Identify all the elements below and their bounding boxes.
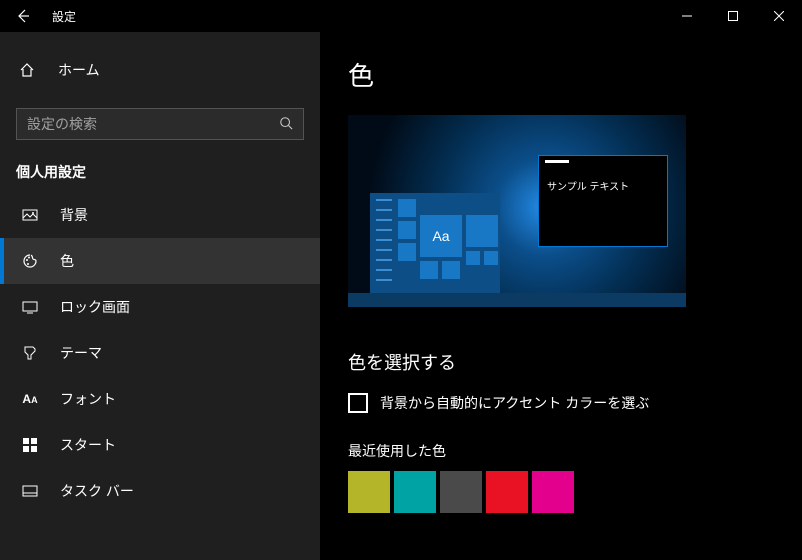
home-icon [18, 62, 36, 78]
window-title: 設定 [46, 8, 76, 25]
preview-start-menu: Aa [370, 193, 500, 293]
start-icon [20, 438, 40, 452]
sidebar-item-label: タスク バー [60, 481, 134, 501]
preview-taskbar [348, 293, 686, 307]
sidebar-item-label: テーマ [60, 343, 102, 363]
recent-colors-heading: 最近使用した色 [348, 441, 778, 461]
titlebar: 設定 [0, 0, 802, 32]
color-swatch[interactable] [348, 471, 390, 513]
theme-preview: Aa サンプル テキスト [348, 115, 686, 307]
sidebar-item-taskbar[interactable]: タスク バー [0, 468, 320, 514]
recent-color-swatches [348, 471, 778, 513]
color-swatch[interactable] [486, 471, 528, 513]
auto-accent-checkbox-row[interactable]: 背景から自動的にアクセント カラーを選ぶ [348, 393, 778, 413]
picture-icon [20, 207, 40, 223]
auto-accent-label: 背景から自動的にアクセント カラーを選ぶ [380, 393, 649, 413]
color-swatch[interactable] [394, 471, 436, 513]
preview-tile-aa: Aa [420, 215, 462, 257]
sidebar-item-themes[interactable]: テーマ [0, 330, 320, 376]
sidebar-home-label: ホーム [58, 60, 100, 80]
sidebar-item-lockscreen[interactable]: ロック画面 [0, 284, 320, 330]
preview-window: サンプル テキスト [538, 155, 668, 247]
sidebar-item-background[interactable]: 背景 [0, 192, 320, 238]
arrow-left-icon [15, 8, 31, 24]
choose-color-heading: 色を選択する [348, 349, 778, 375]
close-icon [774, 11, 784, 21]
palette-icon [20, 253, 40, 269]
color-swatch[interactable] [440, 471, 482, 513]
sidebar-item-label: ロック画面 [60, 297, 130, 317]
sidebar-item-label: 背景 [60, 205, 88, 225]
sidebar-item-label: 色 [60, 251, 74, 271]
sidebar-item-start[interactable]: スタート [0, 422, 320, 468]
sidebar-item-colors[interactable]: 色 [0, 238, 320, 284]
sidebar-section-header: 個人用設定 [0, 140, 320, 192]
auto-accent-checkbox[interactable] [348, 393, 368, 413]
themes-icon [20, 345, 40, 361]
fonts-icon: AA [20, 392, 40, 406]
minimize-icon [682, 11, 692, 21]
lockscreen-icon [20, 299, 40, 315]
preview-sample-text: サンプル テキスト [539, 172, 667, 199]
search-input[interactable] [27, 116, 279, 132]
page-heading: 色 [348, 56, 778, 93]
taskbar-icon [20, 483, 40, 499]
back-button[interactable] [0, 0, 46, 32]
color-swatch[interactable] [532, 471, 574, 513]
minimize-button[interactable] [664, 0, 710, 32]
sidebar-item-fonts[interactable]: AA フォント [0, 376, 320, 422]
sidebar-item-label: スタート [60, 435, 116, 455]
search-icon [279, 116, 293, 133]
close-button[interactable] [756, 0, 802, 32]
content-panel: 色 Aa サンプル テキスト 色を選択する 背景から自動的にアクセント カラーを… [320, 32, 802, 560]
maximize-icon [728, 11, 738, 21]
sidebar: ホーム 個人用設定 背景 色 ロック画面 テーマ AA フォント スタート タス… [0, 32, 320, 560]
search-input-container[interactable] [16, 108, 304, 140]
maximize-button[interactable] [710, 0, 756, 32]
sidebar-item-label: フォント [60, 389, 116, 409]
sidebar-home[interactable]: ホーム [0, 50, 320, 90]
